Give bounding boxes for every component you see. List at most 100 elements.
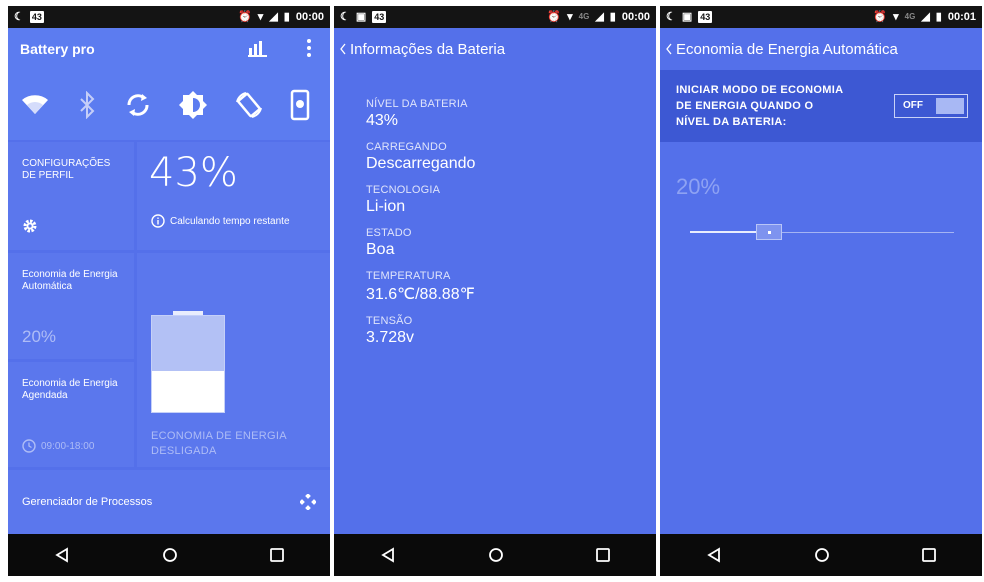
toggle-state-label: OFF [903, 100, 923, 111]
battery-percent: 43% [149, 150, 238, 196]
navigation-bar [334, 534, 656, 576]
app-bar: Economia de Energia Automática [660, 28, 982, 70]
page-title: Economia de Energia Automática [676, 40, 898, 58]
scheduled-eco-label-line2: Agendada [22, 390, 68, 401]
info-item-voltage: TENSÃO 3.728v [366, 315, 475, 347]
gear-icon [22, 218, 38, 239]
auto-eco-label-line1: Economia de Energia [22, 269, 118, 280]
auto-eco-toggle[interactable]: OFF [894, 94, 968, 118]
info-value: Boa [366, 241, 395, 258]
rotation-icon[interactable] [234, 90, 264, 120]
network-type: 4G [904, 12, 916, 21]
auto-eco-tile[interactable]: Economia de Energia Automática 20% [8, 253, 134, 359]
info-item-level: NÍVEL DA BATERIA 43% [366, 98, 475, 130]
signal-icon: ◢ [269, 11, 278, 23]
eco-setting-line1: INICIAR MODO DE ECONOMIA [676, 84, 844, 96]
back-button[interactable]: Informações da Bateria [340, 41, 505, 58]
auto-eco-value: 20% [22, 327, 57, 346]
back-nav-icon[interactable] [54, 547, 70, 563]
back-nav-icon[interactable] [380, 547, 396, 563]
info-item-temperature: TEMPERATURA 31.6℃/88.88℉ [366, 270, 475, 304]
info-label: TEMPERATURA [366, 270, 451, 282]
wifi-status-icon: ▾ [567, 11, 573, 23]
quick-toggles [8, 70, 330, 140]
wifi-icon[interactable] [20, 92, 50, 118]
info-label: NÍVEL DA BATERIA [366, 98, 468, 110]
battery-graphic [151, 315, 225, 413]
recents-nav-icon[interactable] [922, 548, 936, 562]
navigation-bar [660, 534, 982, 576]
eco-off-line2: DESLIGADA [151, 445, 217, 457]
recents-nav-icon[interactable] [270, 548, 284, 562]
battery-graphic-tile[interactable]: ECONOMIA DE ENERGIA DESLIGADA [137, 253, 330, 467]
profile-label-line2: DE PERFIL [22, 170, 74, 181]
recents-nav-icon[interactable] [596, 548, 610, 562]
info-label: TENSÃO [366, 315, 413, 327]
battery-info-screen: ☾ ▣ 43 ⏰ ▾ 4G ◢ ▮ 00:00 Informações da B… [334, 6, 656, 576]
chevron-left-icon [340, 43, 346, 55]
notification-badge: 43 [29, 10, 44, 23]
battery-percent-tile: 43% Calculando tempo restante [137, 142, 330, 250]
threshold-slider-track[interactable] [690, 231, 954, 233]
profile-settings-tile[interactable]: CONFIGURAÇÕES DE PERFIL [8, 142, 134, 250]
stats-icon[interactable] [248, 39, 268, 62]
battery-status-icon: ▮ [609, 11, 616, 23]
info-item-health: ESTADO Boa [366, 227, 475, 259]
bluetooth-icon[interactable] [76, 91, 98, 119]
threshold-value: 20% [676, 174, 721, 199]
moon-icon: ☾ [340, 11, 350, 23]
sync-icon[interactable] [124, 91, 152, 119]
back-button[interactable]: Economia de Energia Automática [666, 41, 898, 58]
home-nav-icon[interactable] [162, 547, 178, 563]
info-item-charging: CARREGANDO Descarregando [366, 141, 475, 173]
status-bar: ☾ ▣ 43 ⏰ ▾ 4G ◢ ▮ 00:01 [660, 6, 982, 28]
brightness-icon[interactable] [178, 90, 208, 120]
home-nav-icon[interactable] [488, 547, 504, 563]
eco-setting-line3: NÍVEL DA BATERIA: [676, 116, 787, 128]
threshold-slider-thumb[interactable] [756, 224, 783, 240]
eco-off-line1: ECONOMIA DE ENERGIA [151, 430, 287, 442]
signal-icon: ◢ [595, 11, 604, 23]
info-value: 3.728v [366, 329, 415, 346]
calculating-time-text: Calculando tempo restante [170, 215, 290, 227]
wifi-status-icon: ▾ [257, 11, 264, 23]
schedule-time: 09:00-18:00 [41, 440, 95, 452]
alarm-icon: ⏰ [873, 11, 888, 23]
info-value: Descarregando [366, 155, 476, 172]
info-label: TECNOLOGIA [366, 184, 441, 196]
status-time: 00:01 [947, 10, 976, 23]
info-value: 31.6℃/88.88℉ [366, 286, 475, 303]
scheduled-eco-tile[interactable]: Economia de Energia Agendada 09:00-18:00 [8, 362, 134, 467]
overflow-menu-icon[interactable] [306, 39, 312, 62]
auto-eco-label-line2: Automática [22, 281, 73, 292]
info-label: ESTADO [366, 227, 412, 239]
clock-icon [22, 439, 36, 453]
battery-status-icon: ▮ [935, 11, 942, 23]
process-manager-row[interactable]: Gerenciador de Processos [8, 470, 330, 534]
auto-eco-setting-row: INICIAR MODO DE ECONOMIA DE ENERGIA QUAN… [660, 70, 982, 142]
info-label: CARREGANDO [366, 141, 447, 153]
back-nav-icon[interactable] [706, 547, 722, 563]
info-value: 43% [366, 112, 399, 129]
status-time: 00:00 [621, 10, 650, 23]
network-type: 4G [578, 12, 590, 21]
screen-timeout-icon[interactable] [290, 89, 312, 121]
navigation-bar [8, 534, 330, 576]
chevron-left-icon [666, 43, 672, 55]
battery-pro-home-screen: ☾ 43 ⏰ ▾ ◢ ▮ 00:00 Battery pro CONFIGURA… [8, 6, 330, 576]
app-bar: Battery pro [8, 28, 330, 70]
moon-icon: ☾ [14, 11, 24, 23]
status-time: 00:00 [295, 10, 324, 23]
battery-fill [152, 370, 224, 412]
diamond-grid-icon [299, 493, 317, 515]
info-value: Li-ion [366, 198, 406, 215]
battery-status-icon: ▮ [283, 11, 290, 23]
wifi-status-icon: ▾ [893, 11, 899, 23]
image-icon: ▣ [681, 11, 693, 23]
alarm-icon: ⏰ [547, 11, 562, 23]
image-icon: ▣ [355, 11, 367, 23]
notification-badge: 43 [698, 10, 713, 23]
profile-label-line1: CONFIGURAÇÕES [22, 158, 111, 169]
home-nav-icon[interactable] [814, 547, 830, 563]
notification-badge: 43 [372, 10, 387, 23]
